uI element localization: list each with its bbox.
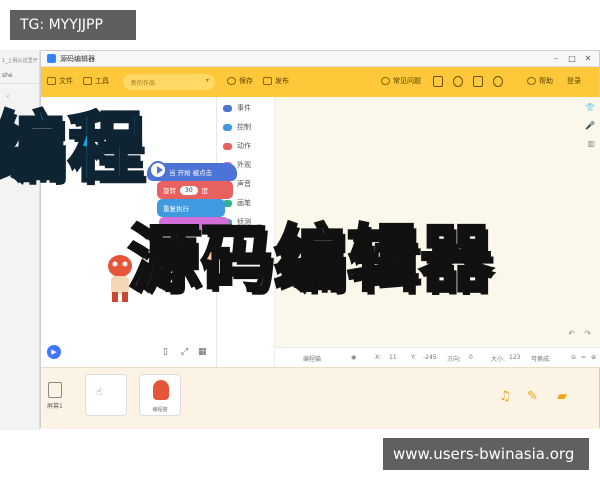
- minimize-icon[interactable]: –: [549, 53, 563, 65]
- music-icon[interactable]: ♫: [499, 390, 513, 404]
- chevron-down-icon: ▾: [205, 77, 209, 84]
- chart-icon[interactable]: ▥: [587, 139, 595, 148]
- help-icon: [527, 77, 536, 85]
- category-label: 动作: [237, 142, 251, 150]
- rotate-value-input[interactable]: 30: [180, 185, 198, 195]
- category-event[interactable]: 事件: [223, 103, 251, 113]
- sprite-status-bar: 编程猫 ◉ X: 11 Y: -245 方向: 0 大小: 123 可换成: ⊖…: [275, 347, 600, 367]
- overlay-title-code-editor: 源码编辑器: [126, 217, 494, 301]
- play-button[interactable]: ▶: [47, 345, 61, 359]
- category-label: 画笔: [237, 199, 251, 207]
- main-toolbar: 文件 工具 新的作品 ▾ 保存 发布 常见问题 帮助 登录: [41, 67, 599, 97]
- zoom-out-icon[interactable]: ⊖: [571, 354, 576, 361]
- event-icon: [223, 104, 232, 112]
- block-label: 当 开始 被点击: [169, 169, 213, 177]
- y-value[interactable]: -245: [423, 354, 437, 361]
- layout-icon[interactable]: [473, 76, 483, 87]
- watermark-top: TG: MYYJJPP: [10, 10, 136, 40]
- file-menu-label: 文件: [59, 77, 73, 85]
- browser-address-bar[interactable]: she: [0, 68, 40, 84]
- file-menu[interactable]: 文件: [47, 76, 73, 86]
- overlay-title-programming: 编程: [0, 103, 146, 192]
- costume-icon[interactable]: 👕: [585, 103, 595, 112]
- phone-mode-icon[interactable]: ▯: [163, 347, 168, 357]
- visible-label: 可换成:: [531, 356, 552, 363]
- x-value[interactable]: 11: [389, 354, 397, 361]
- redo-icon[interactable]: ↷: [584, 329, 591, 338]
- direction-label: 方向:: [447, 356, 462, 363]
- reset-zoom-icon[interactable]: =: [581, 354, 586, 361]
- cloud-save-icon: [227, 77, 236, 85]
- start-flag-icon: [149, 161, 167, 179]
- project-name-value: 新的作品: [131, 80, 156, 87]
- x-label: X:: [375, 354, 382, 361]
- screen-label: 屏幕1: [47, 403, 63, 410]
- size-value[interactable]: 123: [509, 354, 520, 361]
- project-name-input[interactable]: 新的作品 ▾: [123, 74, 215, 90]
- help-button-label: 帮助: [539, 77, 553, 85]
- category-label: 事件: [237, 104, 251, 112]
- tools-menu[interactable]: 工具: [83, 76, 109, 86]
- size-label: 大小:: [491, 356, 506, 363]
- sprite-tray: 屏幕1 ☝ 编程猫 ♫ ✎ ▰: [41, 367, 599, 429]
- screen-selector[interactable]: 屏幕1: [47, 382, 63, 410]
- sprite-name: 编程猫: [303, 356, 322, 363]
- help-button[interactable]: 帮助: [527, 76, 553, 86]
- add-sprite-card[interactable]: ☝: [85, 374, 127, 416]
- block-rotate[interactable]: 旋转 30 度: [157, 181, 233, 199]
- save-button[interactable]: 保存: [227, 76, 253, 86]
- login-button-label: 登录: [567, 77, 581, 85]
- close-icon[interactable]: ✕: [581, 53, 595, 65]
- maximize-icon[interactable]: □: [565, 53, 579, 65]
- screenshot-root: 1_上网从这里开 she ‹ ↻ 源码编辑器 – □ ✕ 文件 工具 新的作品 …: [0, 0, 600, 480]
- block-label: 重复执行: [163, 205, 189, 213]
- watermark-bottom: www.users-bwinasia.org: [383, 438, 589, 470]
- category-label: 声音: [237, 180, 251, 188]
- login-button[interactable]: 登录: [567, 76, 581, 86]
- eye-icon[interactable]: ◉: [351, 354, 356, 361]
- block-when-start-clicked[interactable]: 当 开始 被点击: [147, 161, 237, 181]
- screen-icon: [47, 382, 62, 398]
- fullscreen-icon[interactable]: ⤢: [181, 347, 188, 357]
- tools-menu-label: 工具: [95, 77, 109, 85]
- app-logo-icon: [47, 54, 56, 63]
- category-motion[interactable]: 动作: [223, 141, 251, 151]
- sprite-card-label: 编程猫: [152, 407, 168, 413]
- control-icon: [223, 123, 232, 131]
- back-icon[interactable]: ‹: [6, 92, 16, 102]
- sprite-thumbnail: [153, 380, 169, 400]
- undo-icon[interactable]: ↶: [568, 329, 575, 338]
- settings-icon[interactable]: [493, 76, 503, 87]
- faq-button[interactable]: 常见问题: [381, 76, 421, 86]
- folder-icon[interactable]: ▰: [557, 390, 571, 404]
- category-label: 控制: [237, 123, 251, 131]
- block-label: 旋转: [163, 187, 176, 195]
- file-icon: [47, 77, 56, 85]
- title-bar: 源码编辑器 – □ ✕: [41, 51, 599, 67]
- sprite-view-icon[interactable]: [453, 76, 463, 87]
- block-repeat-forever[interactable]: 重复执行: [157, 199, 225, 217]
- motion-icon: [223, 142, 232, 150]
- grid-icon[interactable]: ▦: [198, 347, 207, 357]
- faq-button-label: 常见问题: [393, 77, 421, 85]
- pencil-icon[interactable]: ✎: [527, 390, 541, 404]
- category-label: 外观: [237, 161, 251, 169]
- window-title: 源码编辑器: [60, 55, 95, 63]
- publish-button-label: 发布: [275, 77, 289, 85]
- save-button-label: 保存: [239, 77, 253, 85]
- sprite-card[interactable]: 编程猫: [139, 374, 181, 416]
- publish-button[interactable]: 发布: [263, 76, 289, 86]
- block-label: 度: [201, 187, 209, 195]
- direction-value[interactable]: 0: [469, 354, 473, 361]
- publish-icon: [263, 77, 272, 85]
- category-control[interactable]: 控制: [223, 122, 251, 132]
- cursor-icon: ☝: [96, 387, 103, 398]
- faq-icon: [381, 77, 390, 85]
- zoom-in-icon[interactable]: ⊕: [591, 354, 596, 361]
- y-label: Y:: [411, 354, 416, 361]
- category-pen[interactable]: 画笔: [223, 198, 251, 208]
- phone-view-icon[interactable]: [433, 76, 443, 87]
- microphone-icon[interactable]: 🎤: [585, 121, 595, 130]
- tools-icon: [83, 77, 92, 85]
